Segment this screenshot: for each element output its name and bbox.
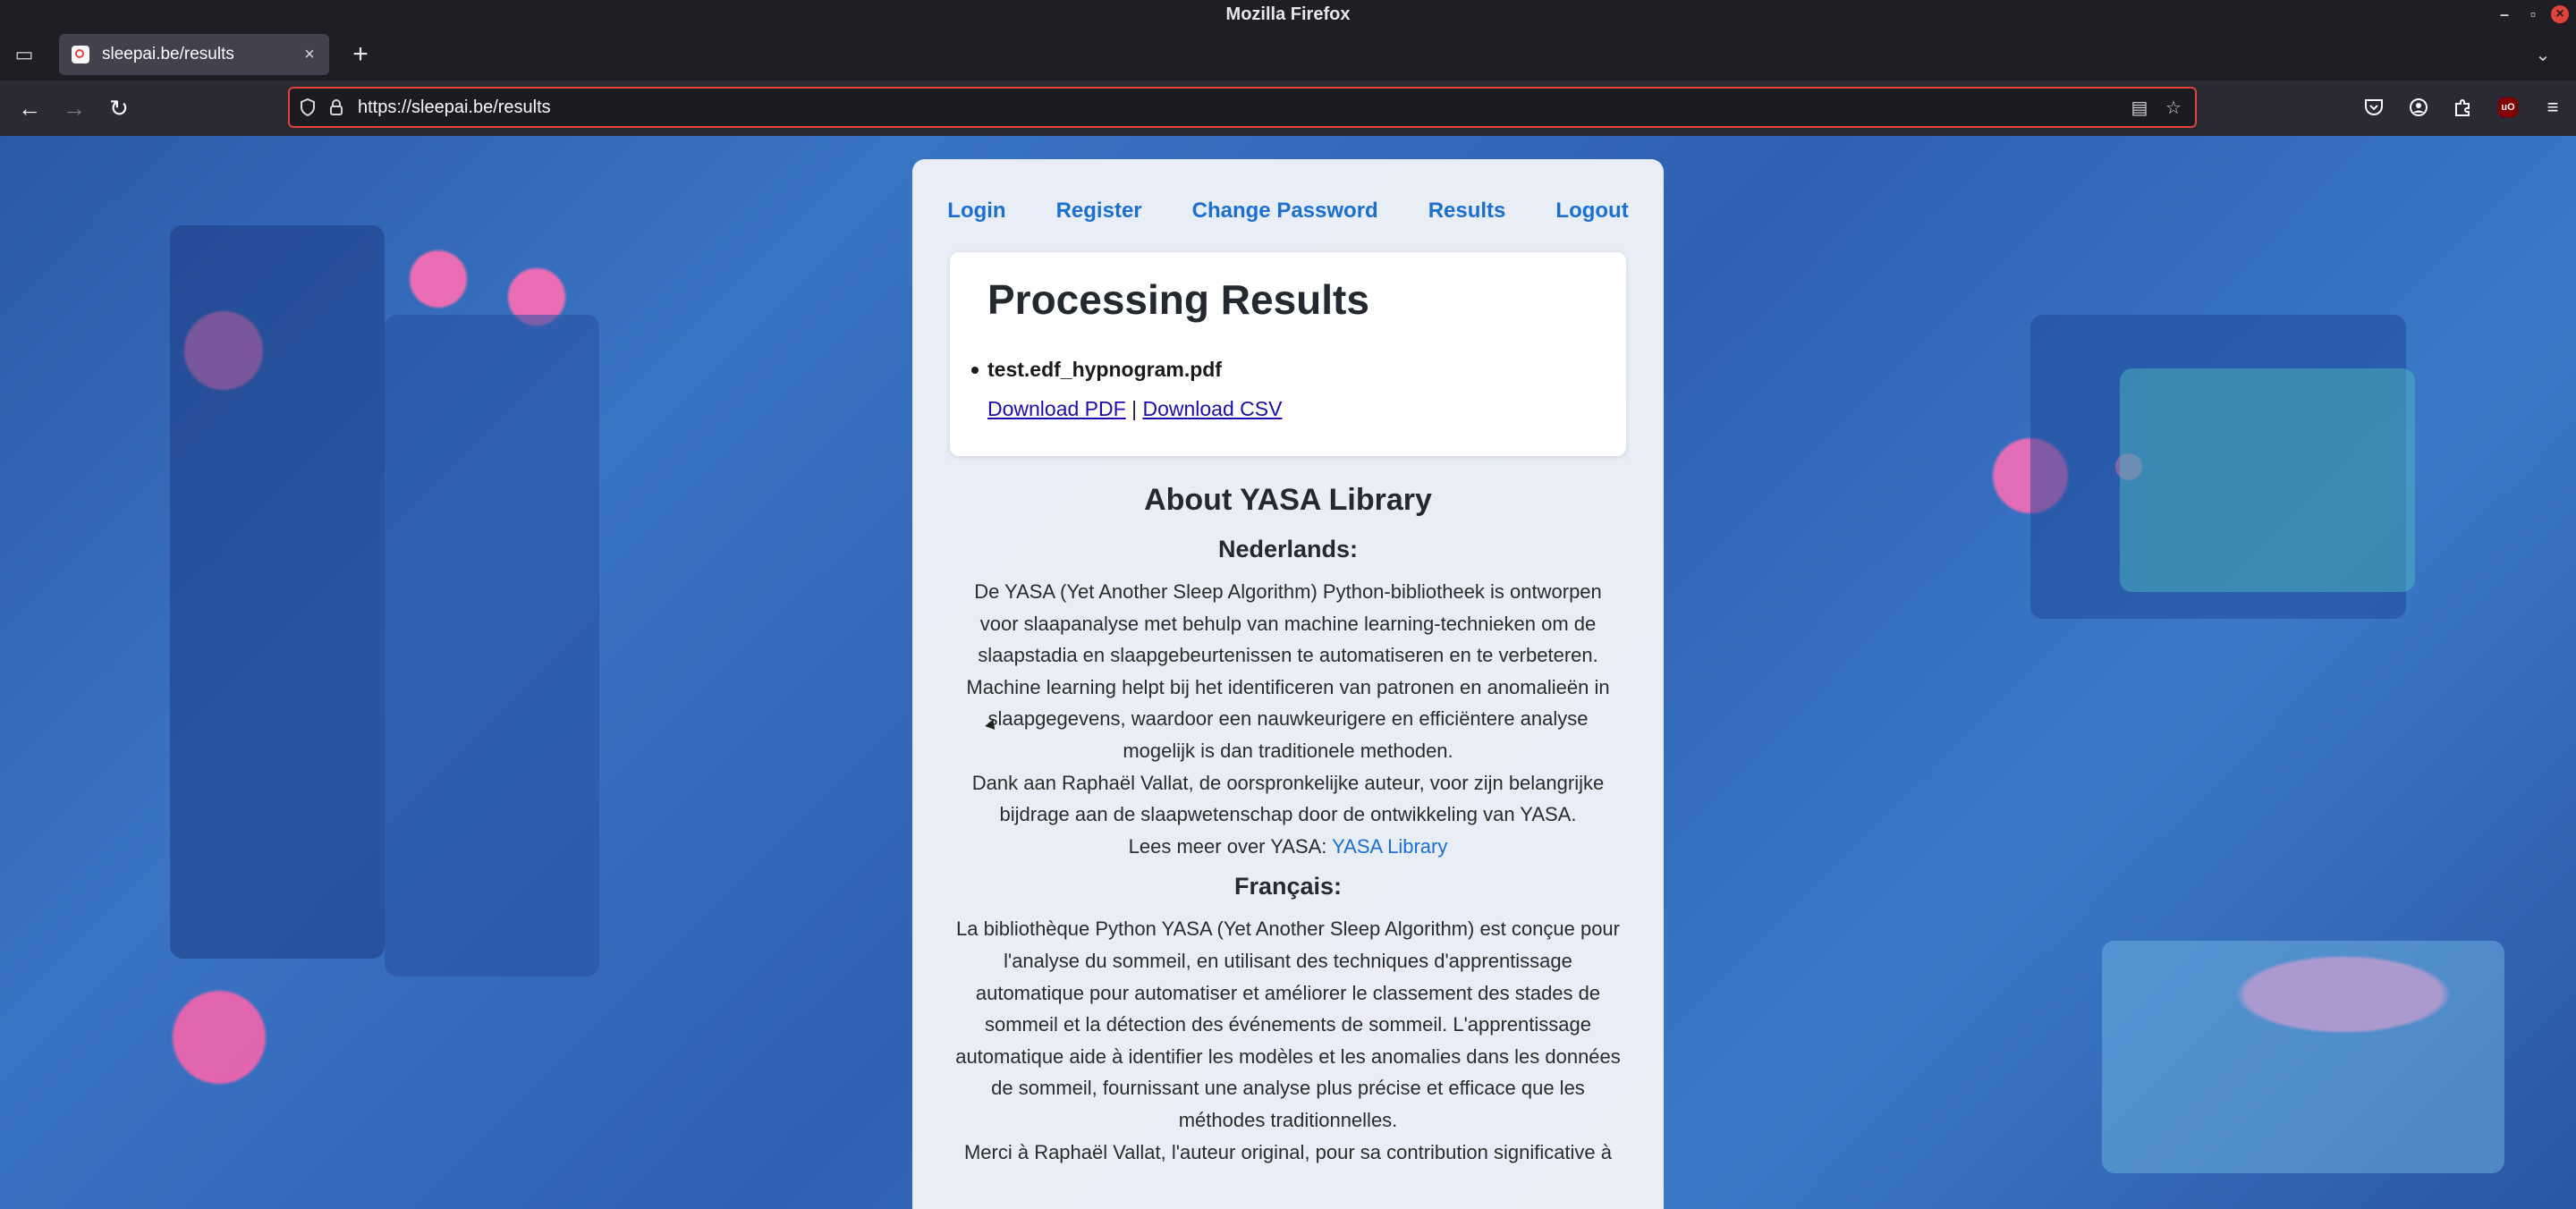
dutch-heading: Nederlands:	[1217, 536, 1359, 562]
shield-icon[interactable]	[297, 97, 318, 118]
site-nav: Login Register Change Password Results L…	[912, 199, 1664, 224]
hamburger-menu-icon[interactable]: ≡	[2537, 91, 2569, 123]
yasa-library-link[interactable]: YASA Library	[1332, 835, 1447, 858]
background-illustration-machine	[170, 225, 385, 959]
web-page-viewport: Login Register Change Password Results L…	[0, 136, 2576, 1209]
toolbar-icons: uO ≡	[2358, 91, 2569, 123]
url-text[interactable]: https://sleepai.be/results	[358, 97, 2127, 118]
close-tab-icon[interactable]: ×	[299, 44, 320, 65]
download-pdf-link[interactable]: Download PDF	[987, 397, 1126, 420]
background-illustration-monitor	[2120, 368, 2415, 592]
dutch-paragraph: De YASA (Yet Another Sleep Algorithm) Py…	[966, 580, 1610, 762]
results-list: test.edf_hypnogram.pdf	[971, 358, 1222, 382]
reload-icon[interactable]: ↻	[104, 93, 134, 123]
read-more-label: Lees meer over YASA:	[1128, 834, 1327, 858]
ublock-origin-icon[interactable]: uO	[2492, 91, 2524, 123]
tab-title: sleepai.be/results	[102, 45, 234, 63]
window-controls: – ▫ ×	[2494, 4, 2569, 25]
navigation-toolbar: ← → ↻ https://sleepai.be/results ▤ ☆ uO …	[0, 80, 2576, 137]
dutch-read-more: Lees meer over YASA: YASA Library	[957, 831, 1619, 863]
download-csv-link[interactable]: Download CSV	[1142, 397, 1282, 420]
tab-sleepai-results[interactable]: sleepai.be/results ×	[59, 34, 329, 75]
tab-strip: ▭ sleepai.be/results × + ⌄	[0, 29, 2576, 80]
window-title: Mozilla Firefox	[1225, 4, 1351, 24]
french-heading: Français:	[1233, 873, 1343, 900]
nav-results-link[interactable]: Results	[1428, 199, 1506, 224]
url-bar[interactable]: https://sleepai.be/results ▤ ☆	[288, 87, 2197, 128]
maximize-icon[interactable]: ▫	[2522, 4, 2544, 25]
background-illustration-cabinet	[385, 315, 599, 976]
page-title: Processing Results	[987, 276, 1369, 323]
chevron-down-icon[interactable]: ⌄	[2529, 41, 2556, 68]
nav-register-link[interactable]: Register	[1056, 199, 1142, 224]
nav-logout-link[interactable]: Logout	[1555, 199, 1628, 224]
new-tab-icon[interactable]: +	[347, 39, 374, 69]
lock-icon[interactable]	[326, 97, 347, 118]
link-separator: |	[1131, 397, 1138, 420]
pocket-icon[interactable]	[2358, 91, 2390, 123]
nav-change-password-link[interactable]: Change Password	[1192, 199, 1378, 224]
french-thanks-paragraph: Merci à Raphaël Vallat, l'auteur origina…	[963, 1140, 1613, 1163]
close-window-icon[interactable]: ×	[2551, 5, 2569, 23]
reader-view-icon[interactable]: ▤	[2127, 95, 2152, 120]
account-icon[interactable]	[2402, 91, 2435, 123]
site-favicon-icon	[72, 46, 89, 63]
back-icon[interactable]: ←	[14, 93, 45, 123]
window-titlebar: Mozilla Firefox – ▫ ×	[0, 0, 2576, 29]
results-card: Processing Results test.edf_hypnogram.pd…	[950, 252, 1626, 456]
result-file-name: test.edf_hypnogram.pdf	[971, 358, 1222, 381]
minimize-icon[interactable]: –	[2494, 4, 2515, 25]
about-heading: About YASA Library	[1144, 483, 1432, 517]
download-links: Download PDF | Download CSV	[987, 397, 1282, 421]
bookmark-star-icon[interactable]: ☆	[2161, 95, 2186, 120]
forward-icon[interactable]: →	[59, 93, 89, 123]
tab-list-icon[interactable]: ▭	[11, 41, 38, 68]
dutch-thanks-paragraph: Dank aan Raphaël Vallat, de oorspronkeli…	[971, 771, 1605, 826]
main-content-panel: Login Register Change Password Results L…	[912, 159, 1664, 1209]
about-section: About YASA Library Nederlands: De YASA (…	[912, 483, 1664, 1168]
background-illustration-bed	[2102, 941, 2504, 1173]
french-paragraph: La bibliothèque Python YASA (Yet Another…	[955, 917, 1621, 1131]
nav-login-link[interactable]: Login	[947, 199, 1005, 224]
extensions-puzzle-icon[interactable]	[2447, 91, 2479, 123]
